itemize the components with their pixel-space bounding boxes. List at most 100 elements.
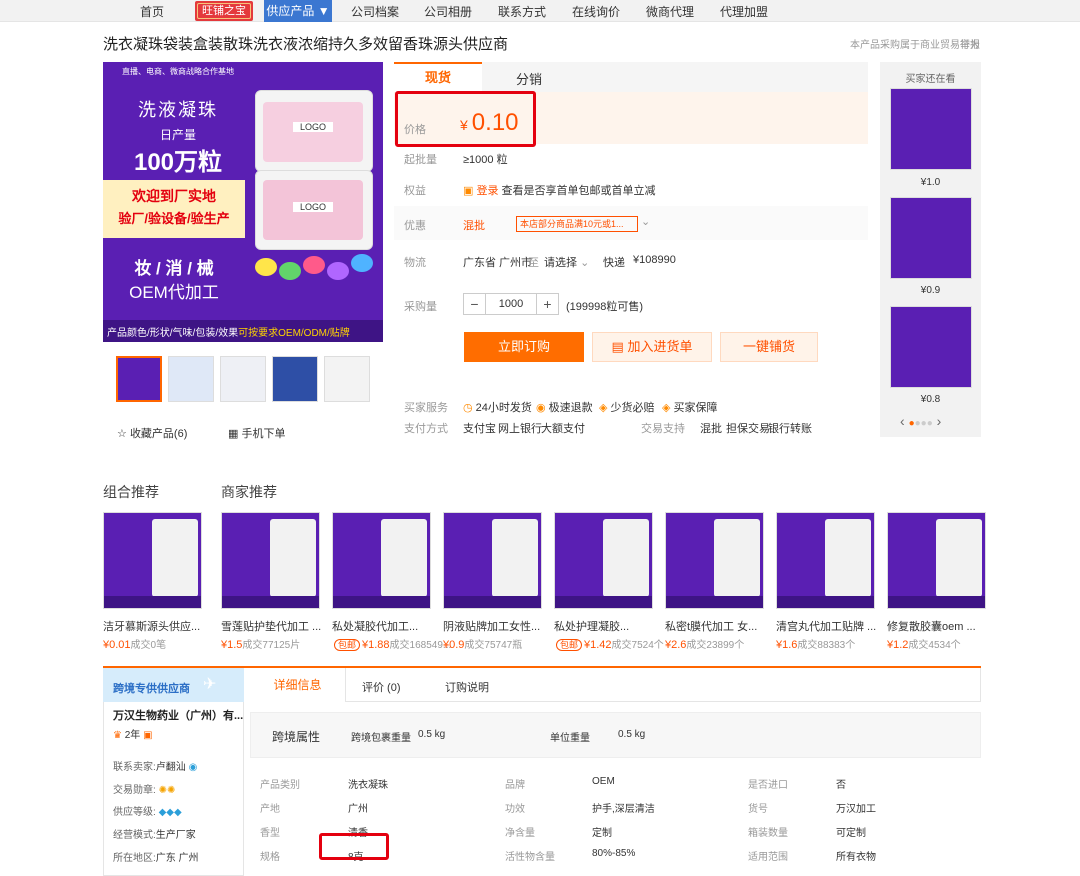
mobile-order-button[interactable]: ▦ 手机下单 xyxy=(228,425,285,441)
rec-card-2[interactable] xyxy=(221,512,320,609)
nav-contact[interactable]: 联系方式 xyxy=(498,3,546,20)
attr-key: 净含量 xyxy=(505,828,535,839)
supplier-years: ♛ 2年 ▣ xyxy=(113,730,153,741)
one-click-distribute-button[interactable]: 一键铺货 xyxy=(720,332,818,362)
services-label: 买家服务 xyxy=(404,402,448,414)
guarantee-icon: ◈ xyxy=(662,402,671,414)
rec-name-3[interactable]: 私处凝胶代加工... xyxy=(332,618,437,634)
unit-weight: 0.5 kg xyxy=(618,729,646,740)
add-to-cart-button[interactable]: ▤ 加入进货单 xyxy=(592,332,712,362)
attr-value: 否 xyxy=(836,780,846,791)
promo-chevron-icon[interactable]: ⌄ xyxy=(641,215,650,228)
also-viewing-title: 买家还在看 xyxy=(905,74,956,85)
main-product-image[interactable]: 直播、电商、微商战略合作基地 洗液凝珠 日产量 100万粒 欢迎到厂实地 验厂/… xyxy=(103,62,383,342)
thumb-1[interactable] xyxy=(116,356,162,402)
chevron-down-icon: ⌄ xyxy=(580,257,590,269)
nav-wechat-agent[interactable]: 微商代理 xyxy=(646,3,694,20)
supplier-name[interactable]: 万汉生物药业（广州）有... xyxy=(113,707,243,723)
promo-label: 优惠 xyxy=(404,220,426,232)
moq-value: ≥1000 粒 xyxy=(463,154,508,166)
shield-icon: ◈ xyxy=(599,402,608,414)
chevron-left-icon[interactable]: ‹ xyxy=(900,413,905,429)
rec-name-7[interactable]: 清宫丸代加工贴牌 ... xyxy=(776,618,881,634)
qrcode-icon: ▦ xyxy=(228,428,239,440)
image-daily-value: 100万粒 xyxy=(133,149,223,176)
rec-name-6[interactable]: 私密t膜代加工 女... xyxy=(665,618,770,634)
side-product-3[interactable] xyxy=(890,306,972,388)
rec-card-1[interactable] xyxy=(103,512,202,609)
nav-company-profile[interactable]: 公司档案 xyxy=(351,3,399,20)
trade-support-label: 交易支持 xyxy=(641,423,685,435)
attr-key: 品牌 xyxy=(505,780,525,791)
top-nav: 首页 旺铺之宝 供应产品 ▼ 公司档案 公司相册 联系方式 在线询价 微商代理 … xyxy=(0,0,1080,22)
rec-name-5[interactable]: 私处护理凝胶... xyxy=(554,618,659,634)
spec-highlight-box xyxy=(319,833,389,860)
tab-details[interactable]: 详细信息 xyxy=(250,668,346,702)
gift-icon: ▣ xyxy=(463,185,474,197)
rec-card-8[interactable] xyxy=(887,512,986,609)
login-link[interactable]: 登录 xyxy=(476,185,498,197)
combo-recommend-title[interactable]: 组合推荐 xyxy=(103,482,159,502)
rec-price-8: ¥1.2成交4534个 xyxy=(887,639,961,651)
unit-weight-label: 单位重量 xyxy=(550,733,590,744)
quantity-input[interactable]: 1000 xyxy=(486,294,536,314)
thumb-4[interactable] xyxy=(272,356,318,402)
side-product-2-price: ¥0.9 xyxy=(920,285,941,296)
rec-card-4[interactable] xyxy=(443,512,542,609)
chat-icon[interactable]: ◉ xyxy=(189,762,198,773)
thumb-3[interactable] xyxy=(220,356,266,402)
image-welcome-2: 验厂/验设备/验生产 xyxy=(118,211,230,226)
image-service: 妆 / 消 / 械 xyxy=(134,259,214,278)
attr-key: 功效 xyxy=(505,804,525,815)
tab-order-notes[interactable]: 订购说明 xyxy=(445,679,489,695)
thumb-5[interactable] xyxy=(324,356,370,402)
favorite-button[interactable]: ☆ 收藏产品(6) xyxy=(117,425,187,441)
rec-card-5[interactable] xyxy=(554,512,653,609)
report-link[interactable]: 举报 xyxy=(960,36,980,51)
rec-name-2[interactable]: 雪莲贴护垫代加工 ... xyxy=(221,618,326,634)
rec-name-1[interactable]: 洁牙慕斯源头供应... xyxy=(103,618,208,634)
nav-supply-dropdown[interactable]: 供应产品 ▼ xyxy=(264,0,332,22)
free-shipping-tag: 包邮 xyxy=(334,639,361,651)
service-guarantee: ◈ 买家保障 xyxy=(662,402,718,414)
rec-card-6[interactable] xyxy=(665,512,764,609)
rec-card-7[interactable] xyxy=(776,512,875,609)
image-product-name: 洗液凝珠 xyxy=(138,100,218,120)
image-oem: OEM代加工 xyxy=(129,283,219,302)
nav-badge[interactable]: 旺铺之宝 xyxy=(195,1,253,21)
nav-inquiry[interactable]: 在线询价 xyxy=(572,3,620,20)
tab-reviews[interactable]: 评价 (0) xyxy=(362,679,401,695)
verify-icon: ▣ xyxy=(143,730,153,741)
attr-value: 可定制 xyxy=(836,828,866,839)
supplier-contact: 联系卖家:卢翻汕 ◉ xyxy=(113,762,198,773)
chevron-right-icon[interactable]: › xyxy=(937,413,942,429)
medal-icon: ✺✺ xyxy=(158,785,176,796)
attr-value: 所有衣物 xyxy=(836,852,876,863)
nav-home[interactable]: 首页 xyxy=(140,3,164,20)
thumb-2[interactable] xyxy=(168,356,214,402)
plane-icon: ✈ xyxy=(203,676,217,693)
detail-tabs xyxy=(250,668,981,702)
quantity-decrease-button[interactable]: − xyxy=(464,294,486,314)
rec-name-4[interactable]: 阴液贴牌加工女性... xyxy=(443,618,548,634)
nav-company-album[interactable]: 公司相册 xyxy=(424,3,472,20)
buy-now-button[interactable]: 立即订购 xyxy=(464,332,584,362)
free-shipping-tag: 包邮 xyxy=(556,639,583,651)
rec-card-3[interactable] xyxy=(332,512,431,609)
box-logo-bottom: LOGO xyxy=(293,202,333,212)
promo-tag[interactable]: 本店部分商品满10元或1... xyxy=(516,216,638,232)
rec-price-2: ¥1.5成交77125片 xyxy=(221,639,301,651)
logistics-destination-select[interactable]: 请选择 ⌄ xyxy=(544,254,589,270)
attr-key: 箱装数量 xyxy=(748,828,788,839)
merchant-recommend-title[interactable]: 商家推荐 xyxy=(221,482,277,502)
tab-spot[interactable]: 现货 xyxy=(394,62,482,92)
box-logo-top: LOGO xyxy=(293,122,333,132)
image-daily-label: 日产量 xyxy=(159,128,196,142)
rec-name-8[interactable]: 修复散胶囊oem ... xyxy=(887,618,992,634)
side-product-1[interactable] xyxy=(890,88,972,170)
quantity-increase-button[interactable]: + xyxy=(536,294,558,314)
rec-price-6: ¥2.6成交23899个 xyxy=(665,639,745,651)
side-product-2[interactable] xyxy=(890,197,972,279)
tab-distribution[interactable]: 分销 xyxy=(516,69,542,88)
nav-franchise[interactable]: 代理加盟 xyxy=(720,3,768,20)
